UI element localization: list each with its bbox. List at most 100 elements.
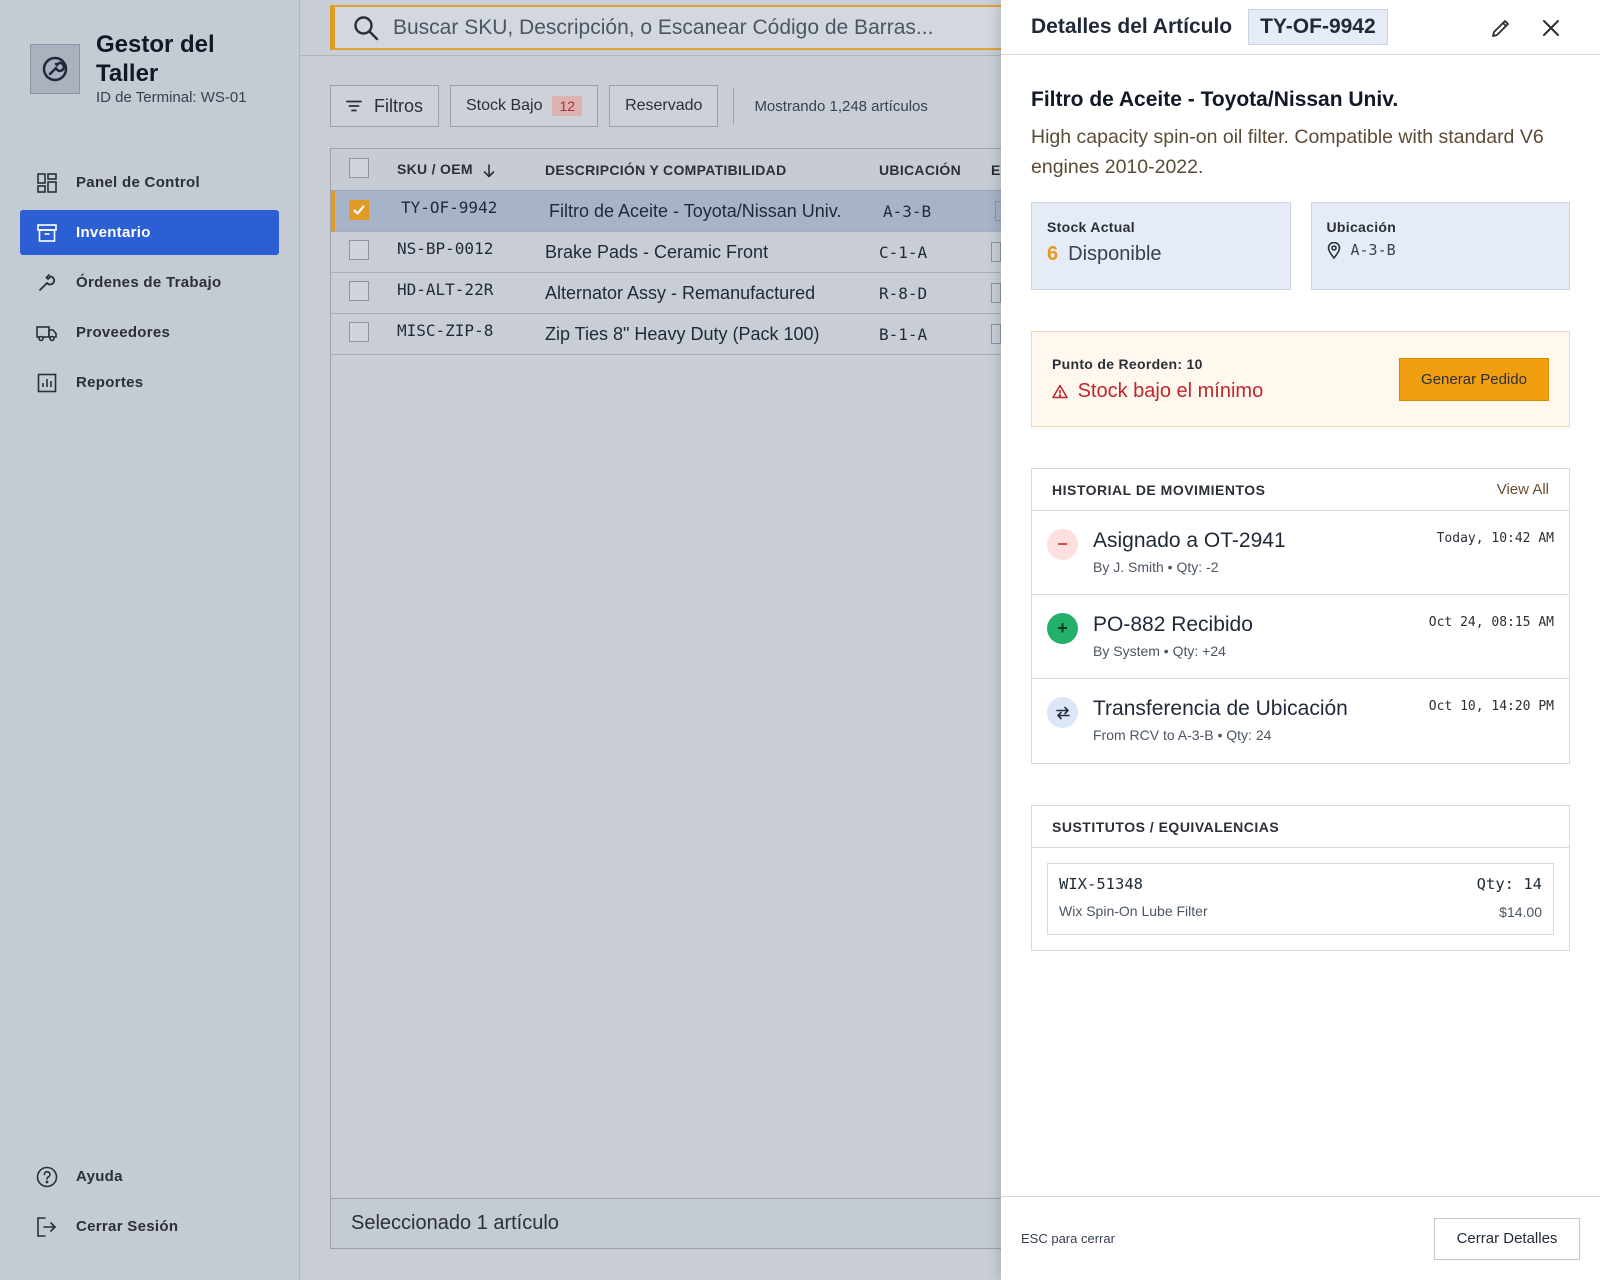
row-description: Brake Pads - Ceramic Front [545, 241, 769, 262]
panel-body: Filtro de Aceite - Toyota/Nissan Univ. H… [1031, 56, 1570, 951]
substitute-item[interactable]: WIX-51348 Wix Spin-On Lube Filter Qty: 1… [1047, 863, 1554, 935]
report-icon [36, 372, 58, 394]
nav-item-cerrar-sesion[interactable]: Cerrar Sesión [20, 1204, 279, 1249]
search-box[interactable] [330, 5, 1030, 50]
filter-icon [346, 100, 362, 112]
help-icon [36, 1166, 58, 1188]
transfer-arrows-icon [1047, 697, 1078, 728]
row-checkbox[interactable] [349, 321, 369, 342]
search-input[interactable] [393, 15, 993, 40]
nav-label: Ayuda [76, 1168, 123, 1185]
low-stock-warning: Stock bajo el mínimo [1052, 380, 1263, 403]
check-icon [353, 205, 365, 215]
row-extra [991, 324, 1001, 344]
stat-row: Stock Actual 6 Disponible Ubicación A-3-… [1031, 202, 1570, 290]
close-details-button[interactable]: Cerrar Detalles [1434, 1217, 1580, 1260]
nav-label: Órdenes de Trabajo [76, 274, 222, 291]
reorder-alert: Punto de Reorden: 10 Stock bajo el mínim… [1031, 331, 1570, 427]
brand: Gestor del Taller ID de Terminal: WS-01 [30, 30, 247, 106]
nav-item-panel-de-control[interactable]: Panel de Control [20, 160, 279, 205]
row-location: C-1-A [879, 242, 928, 262]
wrench-logo-icon [30, 44, 80, 94]
sort-arrow-down-icon [483, 163, 495, 178]
row-sku: TY-OF-9942 [401, 197, 498, 217]
select-all-checkbox[interactable] [349, 158, 369, 178]
row-sku: MISC-ZIP-8 [397, 320, 494, 340]
substitutes-header: SUSTITUTOS / EQUIVALENCIAS [1032, 806, 1569, 848]
low-stock-label: Stock Bajo [466, 97, 543, 114]
reorder-point: Punto de Reorden: 10 [1052, 355, 1203, 372]
filters-button[interactable]: Filtros [330, 85, 439, 127]
header-location[interactable]: UBICACIÓN [879, 162, 991, 178]
substitute-qty: Qty: 14 [1476, 875, 1542, 893]
close-icon[interactable] [1538, 15, 1564, 41]
nav-item-ayuda[interactable]: Ayuda [20, 1154, 279, 1199]
reserved-button[interactable]: Reservado [609, 85, 719, 127]
location-value: A-3-B [1350, 241, 1396, 259]
stock-label: Stock Actual [1047, 219, 1135, 235]
nav-item-inventario[interactable]: Inventario [20, 210, 279, 255]
view-all-link[interactable]: View All [1497, 481, 1549, 498]
history-item[interactable]: Transferencia de Ubicación From RCV to A… [1032, 679, 1569, 763]
row-sku: HD-ALT-22R [397, 279, 494, 299]
low-stock-button[interactable]: Stock Bajo 12 [450, 85, 599, 127]
archive-icon [36, 222, 58, 244]
logout-icon [36, 1216, 58, 1238]
truck-icon [36, 322, 58, 344]
sidebar: Gestor del Taller ID de Terminal: WS-01 … [0, 0, 300, 1280]
location-card: Ubicación A-3-B [1310, 202, 1570, 290]
substitutes-card: SUSTITUTOS / EQUIVALENCIAS WIX-51348 Wix… [1031, 805, 1570, 951]
bottom-nav: Ayuda Cerrar Sesión [20, 1154, 279, 1254]
nav-item-reportes[interactable]: Reportes [20, 360, 279, 405]
generate-order-button[interactable]: Generar Pedido [1399, 357, 1549, 401]
row-description: Alternator Assy - Remanufactured [545, 282, 816, 303]
row-checkbox[interactable] [349, 239, 369, 260]
header-description[interactable]: DESCRIPCIÓN Y COMPATIBILIDAD [545, 162, 879, 178]
panel-title: Detalles del Artículo [1031, 15, 1233, 38]
item-detail-panel: Detalles del Artículo TY-OF-9942 Filtro … [1001, 0, 1600, 1280]
nav-label: Cerrar Sesión [76, 1218, 179, 1235]
item-name: Filtro de Aceite - Toyota/Nissan Univ. [1031, 88, 1399, 111]
row-location: R-8-D [879, 283, 928, 303]
panel-sku-badge: TY-OF-9942 [1248, 9, 1388, 45]
wrench-icon [36, 272, 58, 294]
substitute-name: Wix Spin-On Lube Filter [1059, 903, 1208, 919]
nav-label: Proveedores [76, 324, 171, 341]
header-extra[interactable]: E [991, 162, 1001, 178]
row-checkbox[interactable] [349, 200, 369, 220]
history-item[interactable]: − Asignado a OT-2941 By J. Smith • Qty: … [1032, 511, 1569, 595]
location-label: Ubicación [1326, 219, 1397, 235]
history-item[interactable]: + PO-882 Recibido By System • Qty: +24 O… [1032, 595, 1569, 679]
stock-number: 6 [1047, 243, 1059, 265]
stock-value: 6 Disponible [1047, 243, 1275, 266]
row-extra [991, 283, 1001, 303]
substitute-sku: WIX-51348 [1059, 875, 1143, 893]
history-item-sub: From RCV to A-3-B • Qty: 24 [1093, 727, 1272, 743]
history-item-sub: By J. Smith • Qty: -2 [1093, 559, 1219, 575]
row-checkbox[interactable] [349, 280, 369, 301]
edit-pencil-icon[interactable] [1488, 15, 1514, 41]
history-item-time: Oct 24, 08:15 AM [1428, 615, 1554, 630]
nav-label: Panel de Control [76, 174, 200, 191]
row-extra [991, 242, 1001, 262]
nav-item-proveedores[interactable]: Proveedores [20, 310, 279, 355]
filter-divider [733, 88, 735, 124]
header-sku[interactable]: SKU / OEM [397, 161, 545, 177]
movement-history-card: HISTORIAL DE MOVIMIENTOS View All − Asig… [1031, 468, 1570, 764]
history-item-time: Today, 10:42 AM [1436, 531, 1554, 546]
history-title: HISTORIAL DE MOVIMIENTOS [1052, 481, 1266, 498]
nav-item-ordenes-de-trabajo[interactable]: Órdenes de Trabajo [20, 260, 279, 305]
warning-triangle-icon [1052, 384, 1068, 399]
terminal-id: ID de Terminal: WS-01 [96, 89, 247, 106]
results-count: Mostrando 1,248 artículos [754, 97, 928, 115]
history-item-time: Oct 10, 14:20 PM [1428, 699, 1554, 714]
app-title: Gestor del Taller [96, 31, 215, 87]
main-nav: Panel de Control Inventario Órdenes de T… [20, 160, 279, 410]
search-icon [353, 15, 379, 41]
filter-bar: Filtros Stock Bajo 12 Reservado Mostrand… [330, 85, 928, 127]
item-description: High capacity spin-on oil filter. Compat… [1031, 126, 1544, 178]
panel-footer: ESC para cerrar Cerrar Detalles [1001, 1196, 1600, 1280]
esc-hint: ESC para cerrar [1021, 1231, 1115, 1246]
nav-label: Reportes [76, 374, 144, 391]
stock-unit: Disponible [1068, 243, 1162, 265]
